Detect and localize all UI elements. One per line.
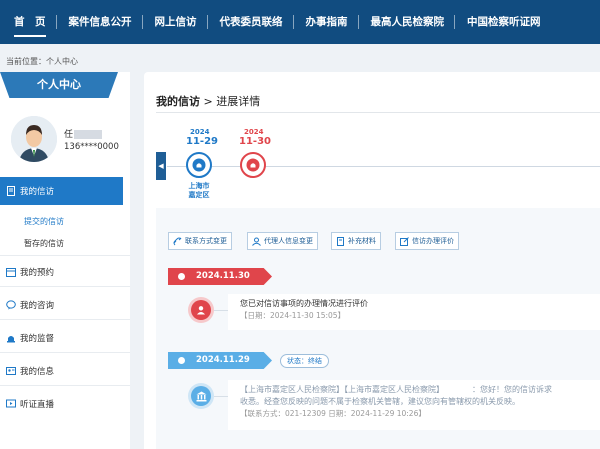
sidebar-title: 个人中心	[0, 72, 118, 98]
supplement-button[interactable]: 补充材料	[331, 232, 381, 250]
menu-label: 我的预约	[20, 268, 55, 278]
event-time: 【联系方式：021-12309 日期：2024-11-29 10:26】	[240, 409, 426, 418]
nav-divider	[454, 15, 455, 29]
nav-divider	[55, 15, 57, 29]
menu-label: 我的咨询	[20, 301, 55, 311]
menu-label: 我的监督	[20, 334, 55, 344]
document-icon	[6, 186, 16, 196]
event-text: 【上海市嘉定区人民检察院】【上海市嘉定区人民检察院】 ：您好！您的信访诉求	[240, 385, 552, 394]
menu-my-petition[interactable]: 我的信访	[0, 177, 123, 205]
nav-divider	[292, 15, 294, 29]
menu-my-booking[interactable]: 我的预约	[0, 261, 130, 283]
event-time: 【日期：2024-11-30 15:05】	[240, 311, 346, 320]
button-label: 补充材料	[348, 237, 376, 245]
event-card: 【上海市嘉定区人民检察院】【上海市嘉定区人民检察院】 ：您好！您的信访诉求 收悉…	[228, 380, 600, 430]
nav-deputy-liaison[interactable]: 代表委员联络	[220, 0, 283, 44]
sidebar: 个人中心 任 136****0000 我的信访 提交的信访 暂存的信访 我的预约…	[0, 72, 130, 449]
nav-divider	[357, 15, 359, 29]
id-card-icon	[6, 366, 16, 376]
alarm-icon	[6, 333, 16, 343]
user-icon	[191, 300, 211, 320]
nav-hearing-net[interactable]: 中国检察听证网	[467, 0, 541, 44]
button-label: 信访办理评价	[412, 237, 454, 245]
menu-my-info[interactable]: 我的信息	[0, 360, 130, 382]
detail-area: 联系方式变更 代理人信息变更 补充材料 信访办理评价 2024.11.30 您已…	[156, 208, 600, 449]
play-icon	[6, 399, 16, 409]
menu-label: 听证直播	[20, 400, 55, 410]
page-title: 我的信访 > 进展详情	[156, 95, 261, 108]
timeline-node[interactable]	[240, 152, 266, 178]
divider	[0, 255, 130, 256]
button-label: 代理人信息变更	[264, 237, 313, 245]
timeline-label: 上海市 嘉定区	[188, 182, 210, 199]
file-icon	[336, 236, 345, 246]
timeline-date: 11-30	[239, 136, 271, 147]
divider	[0, 385, 130, 386]
event-date-tag: 2024.11.30	[168, 268, 272, 285]
alarm-icon	[192, 158, 206, 172]
nav-guide[interactable]: 办事指南	[306, 0, 348, 44]
evaluate-button[interactable]: 信访办理评价	[395, 232, 459, 250]
timeline-node[interactable]	[186, 152, 212, 178]
divider	[0, 286, 130, 287]
top-nav: 首 页 案件信息公开 网上信访 代表委员联络 办事指南 最高人民检察院 中国检察…	[0, 0, 600, 44]
status-badge: 状态：终结	[280, 354, 329, 368]
submenu-draft[interactable]: 暂存的信访	[24, 238, 64, 249]
user-icon	[252, 237, 261, 246]
connector	[214, 396, 228, 397]
timeline-line	[167, 166, 600, 167]
user-phone: 136****0000	[64, 142, 119, 152]
menu-label: 我的信访	[20, 187, 55, 197]
breadcrumb: 当前位置：个人中心	[6, 57, 78, 66]
divider	[0, 319, 130, 320]
chat-icon	[6, 300, 16, 310]
submenu-submitted[interactable]: 提交的信访	[24, 216, 64, 227]
collapse-button[interactable]: ◀	[156, 152, 166, 180]
menu-my-supervise[interactable]: 我的监督	[0, 327, 130, 349]
menu-my-consult[interactable]: 我的咨询	[0, 294, 130, 316]
timeline-year: 2024	[244, 128, 264, 136]
divider	[156, 112, 600, 113]
contact-change-button[interactable]: 联系方式变更	[168, 232, 232, 250]
nav-online-petition[interactable]: 网上信访	[155, 0, 197, 44]
event-date-tag: 2024.11.29	[168, 352, 272, 369]
link-icon	[173, 237, 182, 246]
event-text: 您已对信访事项的办理情况进行评价	[240, 299, 368, 308]
nav-case-info[interactable]: 案件信息公开	[69, 0, 132, 44]
bank-icon	[191, 386, 211, 406]
timeline-year: 2024	[190, 128, 210, 136]
nav-divider	[141, 15, 143, 29]
avatar	[11, 116, 57, 162]
button-label: 联系方式变更	[185, 237, 227, 245]
divider	[0, 352, 130, 353]
timeline-date: 11-29	[186, 136, 218, 147]
connector	[214, 310, 228, 311]
user-name: 任	[64, 127, 103, 140]
menu-hearing-live[interactable]: 听证直播	[0, 393, 130, 415]
agent-change-button[interactable]: 代理人信息变更	[247, 232, 318, 250]
edit-icon	[400, 236, 409, 246]
nav-spp[interactable]: 最高人民检察院	[371, 0, 445, 44]
main-panel: 我的信访 > 进展详情 ◀ 2024 11-29 上海市 嘉定区 2024 11-…	[144, 72, 600, 449]
nav-divider	[206, 15, 208, 29]
menu-label: 我的信息	[20, 367, 55, 377]
calendar-icon	[6, 267, 16, 277]
event-text: 收悉。经查您反映的问题不属于检察机关管辖，建议您向有管辖权的机关反映。	[240, 397, 520, 406]
nav-home[interactable]: 首 页	[14, 0, 46, 44]
event-card: 您已对信访事项的办理情况进行评价 【日期：2024-11-30 15:05】	[228, 294, 600, 330]
alarm-icon	[246, 158, 260, 172]
